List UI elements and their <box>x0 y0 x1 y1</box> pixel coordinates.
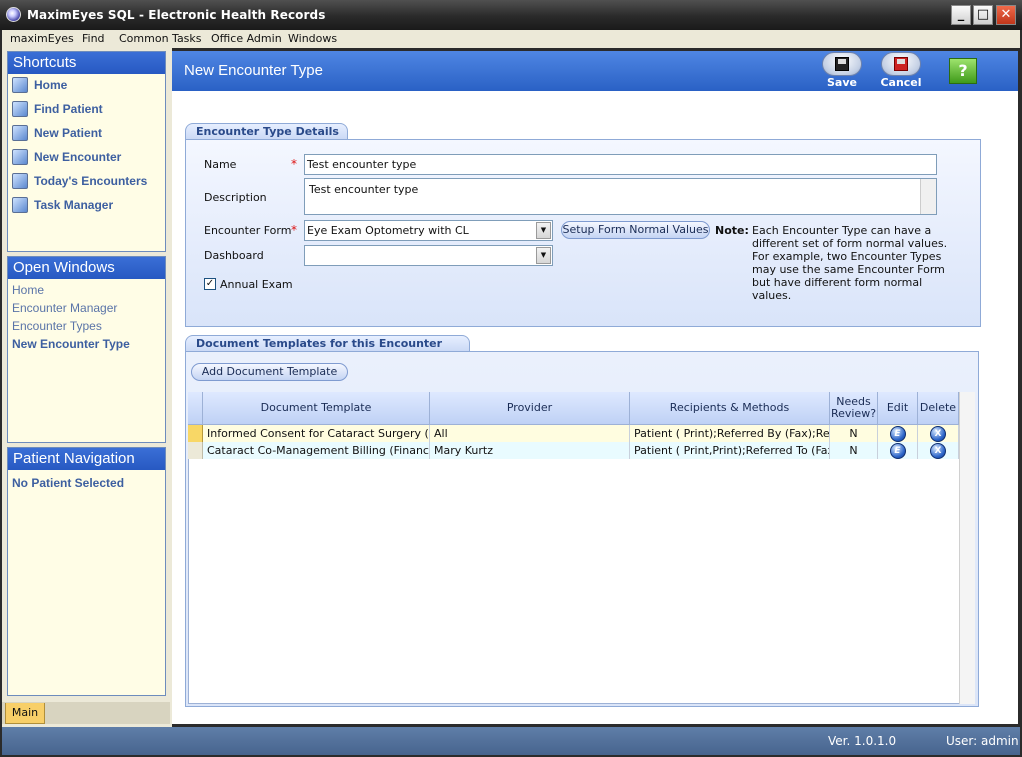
recipients-cell: Patient ( Print,Print);Referred To (Fax <box>630 442 830 459</box>
chevron-down-icon[interactable]: ▼ <box>536 222 551 239</box>
open-window-item-active[interactable]: New Encounter Type <box>12 337 130 351</box>
table-row[interactable]: Informed Consent for Cataract Surgery (C… <box>188 425 959 442</box>
cancel-button[interactable]: Cancel <box>880 52 922 89</box>
maximize-button[interactable]: □ <box>973 5 993 25</box>
save-icon <box>835 57 849 71</box>
open-windows-header: Open Windows <box>8 257 165 279</box>
edit-icon[interactable]: E <box>889 443 906 459</box>
shortcuts-header: Shortcuts <box>8 52 165 74</box>
form-required-mark: * <box>291 223 297 237</box>
encounter-form-label: Encounter Form <box>204 224 292 237</box>
delete-cell: X <box>918 442 959 459</box>
col-recipients-methods[interactable]: Recipients & Methods <box>630 392 830 425</box>
save-label: Save <box>827 76 857 89</box>
user-text: User: admin <box>946 734 1019 748</box>
add-document-template-button[interactable]: Add Document Template <box>191 363 348 381</box>
row-selector[interactable] <box>188 425 203 442</box>
cancel-label: Cancel <box>880 76 922 89</box>
open-windows-panel: Open Windows Home Encounter Manager Enco… <box>7 256 166 443</box>
help-button[interactable]: ? <box>949 58 977 84</box>
edit-icon[interactable]: E <box>889 426 906 442</box>
row-header-corner <box>188 392 203 425</box>
shortcut-find-patient[interactable]: Find Patient <box>12 99 103 119</box>
name-required-mark: * <box>291 157 297 171</box>
review-cell: N <box>830 442 878 459</box>
row-selector[interactable] <box>188 442 203 459</box>
col-needs-review[interactable]: Needs Review? <box>830 392 878 425</box>
open-window-item[interactable]: Encounter Manager <box>12 301 117 315</box>
new-patient-icon <box>12 125 28 141</box>
edit-cell: E <box>878 442 918 459</box>
tab-main[interactable]: Main <box>5 703 45 724</box>
shortcut-new-patient[interactable]: New Patient <box>12 123 102 143</box>
template-cell: Informed Consent for Cataract Surgery (C… <box>203 425 430 442</box>
details-section-tab: Encounter Type Details <box>185 123 348 140</box>
open-window-item[interactable]: Encounter Types <box>12 319 102 333</box>
patient-status: No Patient Selected <box>12 476 125 490</box>
note-label: Note: <box>715 224 749 237</box>
open-window-item[interactable]: Home <box>12 283 44 297</box>
menu-maximeyes[interactable]: maximEyes <box>6 30 78 48</box>
templates-section-tab: Document Templates for this Encounter Ty… <box>185 335 470 366</box>
menu-find[interactable]: Find <box>78 30 109 48</box>
save-button[interactable]: Save <box>822 52 862 89</box>
status-bar: Ver. 1.0.1.0 User: admin <box>2 727 1020 755</box>
grid-scrollbar[interactable] <box>959 392 975 704</box>
patient-navigation-header: Patient Navigation <box>8 448 165 470</box>
edit-cell: E <box>878 425 918 442</box>
window-title: MaximEyes SQL - Electronic Health Record… <box>27 8 326 22</box>
col-edit[interactable]: Edit <box>878 392 918 425</box>
col-provider[interactable]: Provider <box>430 392 630 425</box>
description-label: Description <box>204 191 267 204</box>
review-cell: N <box>830 425 878 442</box>
annual-exam-checkbox[interactable]: ✓ <box>204 278 216 290</box>
shortcut-todays-encounters[interactable]: Today's Encounters <box>12 171 147 191</box>
shortcuts-panel: Shortcuts Home Find Patient New Patient … <box>7 51 166 252</box>
dashboard-select[interactable]: ▼ <box>304 245 553 266</box>
minimize-button[interactable]: _ <box>951 5 971 25</box>
task-icon <box>12 197 28 213</box>
delete-icon[interactable]: X <box>930 426 946 442</box>
title-bar: MaximEyes SQL - Electronic Health Record… <box>0 0 1022 30</box>
encounter-form-select[interactable]: Eye Exam Optometry with CL ▼ <box>304 220 553 241</box>
name-label: Name <box>204 158 237 171</box>
description-scrollbar[interactable] <box>920 179 936 214</box>
shortcut-task-manager[interactable]: Task Manager <box>12 195 113 215</box>
chevron-down-icon[interactable]: ▼ <box>536 247 551 264</box>
cancel-icon <box>894 57 908 71</box>
home-icon <box>12 77 28 93</box>
provider-cell: Mary Kurtz <box>430 442 630 459</box>
setup-form-normal-values-button[interactable]: Setup Form Normal Values <box>561 221 710 239</box>
provider-cell: All <box>430 425 630 442</box>
version-text: Ver. 1.0.1.0 <box>828 734 897 748</box>
note-text: Each Encounter Type can have a different… <box>752 224 948 302</box>
patient-navigation-panel: Patient Navigation No Patient Selected <box>7 447 166 696</box>
dashboard-label: Dashboard <box>204 249 264 262</box>
name-field[interactable]: Test encounter type <box>304 154 937 175</box>
col-document-template[interactable]: Document Template <box>203 392 430 425</box>
new-encounter-icon <box>12 149 28 165</box>
find-patient-icon <box>12 101 28 117</box>
shortcut-home[interactable]: Home <box>12 75 67 95</box>
close-button[interactable]: ✕ <box>996 5 1016 25</box>
app-logo-icon <box>6 7 21 22</box>
menu-bar: maximEyes Find Common Tasks Office Admin… <box>2 30 1020 48</box>
table-row[interactable]: Cataract Co-Management Billing (Financia… <box>188 442 959 459</box>
description-field[interactable]: Test encounter type <box>304 178 937 215</box>
delete-cell: X <box>918 425 959 442</box>
page-title: New Encounter Type <box>184 62 323 79</box>
menu-windows[interactable]: Windows <box>284 30 341 48</box>
clock-icon <box>12 173 28 189</box>
annual-exam-label: Annual Exam <box>220 278 293 291</box>
delete-icon[interactable]: X <box>930 443 946 459</box>
col-delete[interactable]: Delete <box>918 392 959 425</box>
shortcut-new-encounter[interactable]: New Encounter <box>12 147 121 167</box>
template-cell: Cataract Co-Management Billing (Financia… <box>203 442 430 459</box>
menu-office-admin[interactable]: Office Admin <box>207 30 286 48</box>
recipients-cell: Patient ( Print);Referred By (Fax);Ref <box>630 425 830 442</box>
encounter-form-value: Eye Exam Optometry with CL <box>307 224 469 237</box>
menu-common-tasks[interactable]: Common Tasks <box>115 30 206 48</box>
